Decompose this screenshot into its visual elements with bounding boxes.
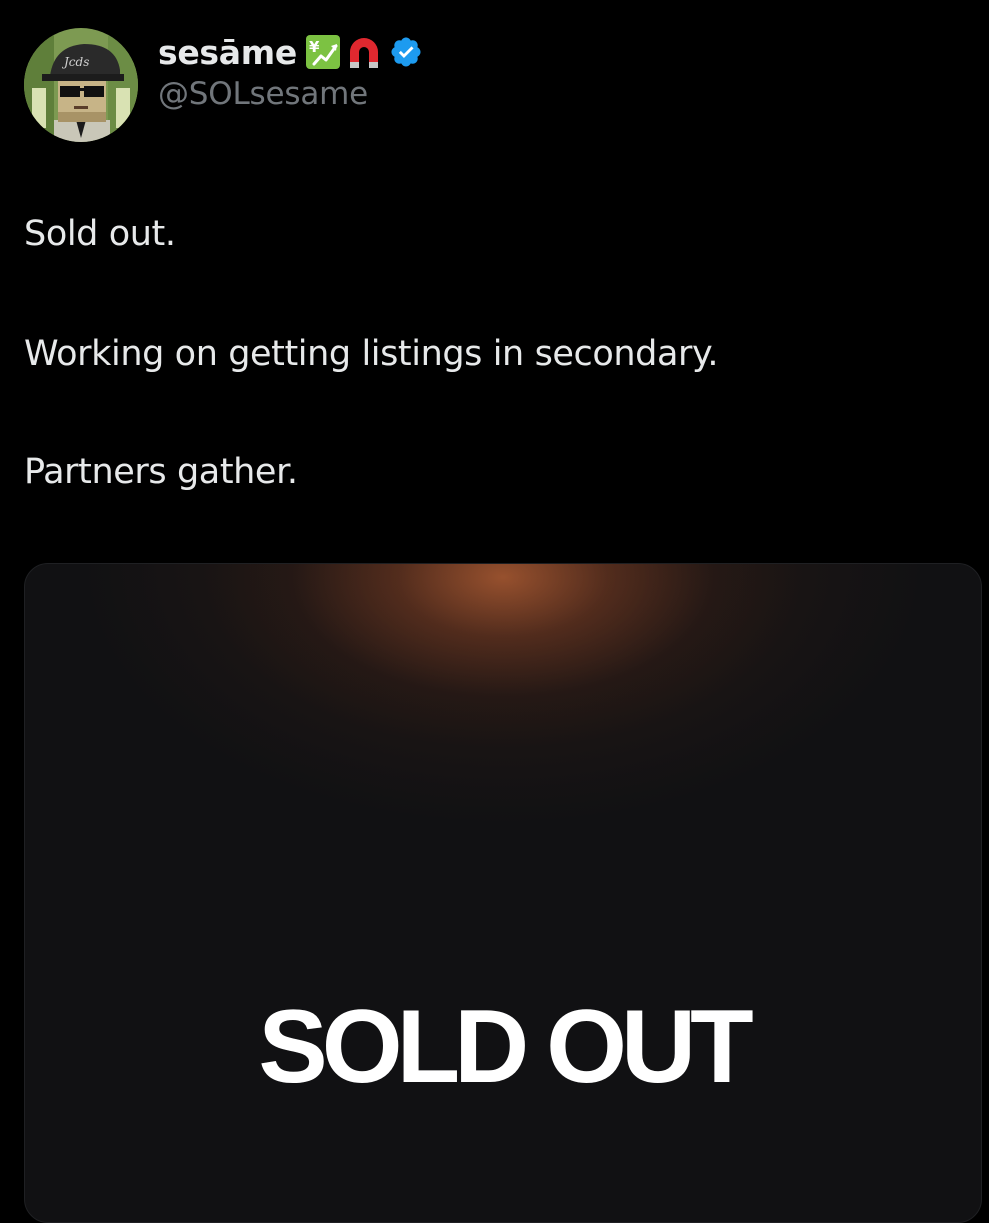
svg-text:Jcds: Jcds	[61, 55, 89, 69]
display-name[interactable]: sesāme	[158, 33, 297, 72]
sold-out-title: SOLD OUT	[258, 989, 753, 1105]
name-row: sesāme ¥	[158, 30, 423, 74]
author-identity: sesāme ¥ @SOLsesame	[158, 14, 423, 128]
magnet-icon	[345, 34, 383, 70]
chart-yen-emoji-icon: ¥	[305, 34, 341, 70]
svg-text:¥: ¥	[309, 38, 320, 56]
avatar-image: Jcds	[24, 28, 138, 142]
verified-badge-icon[interactable]	[389, 35, 423, 69]
tweet-text-line: Sold out.	[24, 214, 176, 254]
tweet-text-line: Partners gather.	[24, 452, 298, 492]
tweet-header: Jcds sesāme ¥ @SOLsesame	[24, 28, 423, 142]
tweet-text-line: Working on getting listings in secondary…	[24, 334, 719, 374]
handle[interactable]: @SOLsesame	[158, 76, 423, 112]
avatar[interactable]: Jcds	[24, 28, 138, 142]
media-card[interactable]: SOLD OUT	[24, 563, 982, 1223]
media-grid-lines	[25, 564, 981, 884]
